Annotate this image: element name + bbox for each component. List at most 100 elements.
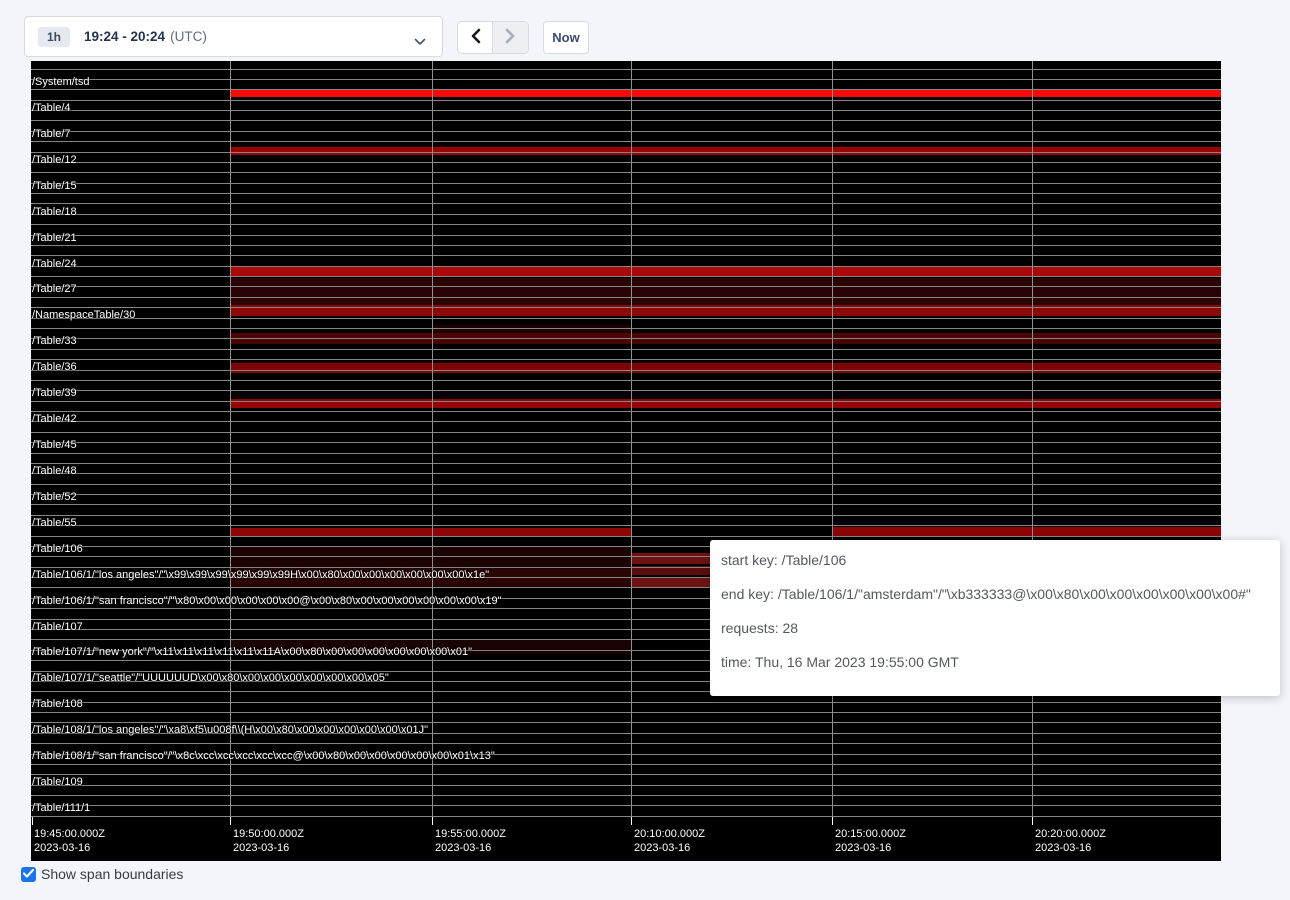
span-boundary-line — [31, 785, 1221, 786]
row-label: /Table/36 — [32, 361, 77, 374]
axis-tick — [832, 817, 833, 825]
now-button[interactable]: Now — [543, 21, 589, 54]
span-boundary-line — [31, 453, 1221, 454]
span-boundary-line — [31, 421, 1221, 422]
prev-range-button[interactable] — [458, 22, 493, 53]
next-range-button[interactable] — [493, 22, 528, 53]
chevron-down-icon — [414, 33, 426, 51]
span-boundary-line — [31, 816, 1221, 817]
axis-tick — [631, 817, 632, 825]
span-boundary-line — [31, 245, 1221, 246]
row-label: /Table/108 — [32, 698, 83, 711]
time-gridline — [230, 61, 231, 817]
x-axis-label: 19:50:00.000Z2023-03-16 — [233, 827, 304, 855]
activity-band — [230, 278, 1221, 305]
x-axis-time: 19:50:00.000Z — [233, 827, 304, 841]
x-axis-label: 20:15:00.000Z2023-03-16 — [835, 827, 906, 855]
row-label: /Table/27 — [32, 283, 77, 296]
span-boundary-line — [31, 307, 1221, 308]
key-visualizer-canvas[interactable]: /System/tsd/Table/4/Table/7/Table/12/Tab… — [31, 61, 1221, 861]
show-span-boundaries-label[interactable]: Show span boundaries — [41, 866, 183, 882]
row-label: /Table/48 — [32, 465, 77, 478]
x-axis-time: 19:55:00.000Z — [435, 827, 506, 841]
x-axis-date: 2023-03-16 — [34, 841, 105, 855]
span-boundary-line — [31, 214, 1221, 215]
span-boundary-line — [31, 100, 1221, 101]
span-boundary-line — [31, 504, 1221, 505]
row-label: /Table/106 — [32, 543, 83, 556]
time-gridline — [1032, 61, 1033, 817]
span-boundary-line — [31, 805, 1221, 806]
span-boundary-line — [31, 203, 1221, 204]
hover-tooltip: start key: /Table/106 end key: /Table/10… — [710, 540, 1280, 696]
row-label: /Table/39 — [32, 387, 77, 400]
span-boundary-line — [31, 255, 1221, 256]
row-label: /Table/7 — [32, 128, 71, 141]
row-label: /Table/111/1 — [32, 802, 90, 815]
row-label: /Table/108/1/"los angeles"/"\xa8\xf5\u00… — [32, 724, 428, 737]
span-boundary-line — [31, 349, 1221, 350]
x-axis-date: 2023-03-16 — [835, 841, 906, 855]
activity-band — [230, 363, 1221, 373]
span-boundary-line — [31, 536, 1221, 537]
span-boundary-line — [31, 224, 1221, 225]
row-label: /Table/42 — [32, 413, 77, 426]
span-boundary-line — [31, 141, 1221, 142]
row-label: /Table/18 — [32, 206, 77, 219]
row-label: /Table/107/1/"seattle"/"UUUUUUD\x00\x80\… — [32, 672, 389, 685]
span-boundary-line — [31, 411, 1221, 412]
span-boundary-line — [31, 172, 1221, 173]
row-label: /Table/12 — [32, 154, 77, 167]
row-label: /Table/55 — [32, 517, 77, 530]
row-label: /Table/45 — [32, 439, 77, 452]
row-label: /Table/4 — [32, 102, 71, 115]
span-boundary-line — [31, 722, 1221, 723]
tooltip-requests: requests: 28 — [721, 611, 1268, 645]
time-range-text: 19:24 - 20:24 — [84, 29, 165, 44]
axis-tick — [230, 817, 231, 825]
time-gridline — [631, 61, 632, 817]
span-boundary-line — [31, 774, 1221, 775]
x-axis-date: 2023-03-16 — [1035, 841, 1106, 855]
row-label: /NamespaceTable/30 — [32, 309, 135, 322]
row-label: /Table/107 — [32, 621, 83, 634]
span-boundary-line — [31, 338, 1221, 339]
show-span-boundaries-checkbox[interactable] — [21, 867, 36, 882]
span-boundary-line — [31, 442, 1221, 443]
activity-band — [832, 527, 1221, 536]
footer: Show span boundaries — [21, 866, 183, 882]
time-gridline — [432, 61, 433, 817]
span-boundary-line — [31, 702, 1221, 703]
activity-band — [230, 147, 1221, 155]
span-boundary-line — [31, 286, 1221, 287]
span-boundary-line — [31, 743, 1221, 744]
row-label: /Table/52 — [32, 491, 77, 504]
span-boundary-line — [31, 235, 1221, 236]
span-boundary-line — [31, 401, 1221, 402]
row-label: /Table/106/1/"los angeles"/"\x99\x99\x99… — [32, 569, 489, 582]
row-label: /Table/107/1/"new york"/"\x11\x11\x11\x1… — [32, 646, 472, 659]
x-axis-time: 19:45:00.000Z — [34, 827, 105, 841]
span-boundary-line — [31, 795, 1221, 796]
time-range-selector[interactable]: 1h 19:24 - 20:24 (UTC) — [24, 16, 443, 57]
row-label: /Table/15 — [32, 180, 77, 193]
time-range-nav-group — [457, 21, 529, 54]
span-boundary-line — [31, 484, 1221, 485]
check-icon — [23, 865, 34, 883]
activity-band — [432, 325, 631, 333]
span-boundary-line — [31, 463, 1221, 464]
span-boundary-line — [31, 79, 1221, 80]
span-boundary-line — [31, 183, 1221, 184]
time-gridline — [832, 61, 833, 817]
span-boundary-line — [31, 380, 1221, 381]
span-boundary-line — [31, 193, 1221, 194]
row-label: /Table/21 — [32, 232, 77, 245]
span-boundary-line — [31, 276, 1221, 277]
span-boundary-line — [31, 390, 1221, 391]
span-boundary-line — [31, 370, 1221, 371]
x-axis-time: 20:10:00.000Z — [634, 827, 705, 841]
toolbar: 1h 19:24 - 20:24 (UTC) Now — [0, 0, 1290, 61]
span-boundary-line — [31, 515, 1221, 516]
row-label: /Table/108/1/"san francisco"/"\x8c\xcc\x… — [32, 750, 495, 763]
tooltip-start-key: start key: /Table/106 — [721, 543, 1268, 577]
